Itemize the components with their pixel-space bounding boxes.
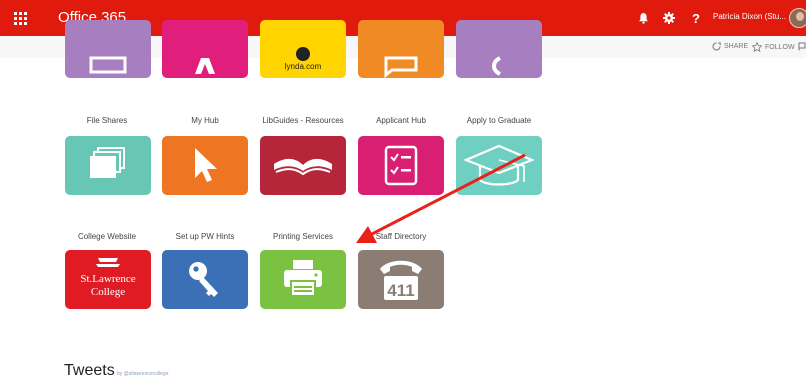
tweets-heading: Tweets — [64, 362, 115, 379]
annotation-arrow — [356, 153, 526, 243]
tweets-account-link[interactable]: by @stlawrencecollege — [117, 371, 169, 377]
